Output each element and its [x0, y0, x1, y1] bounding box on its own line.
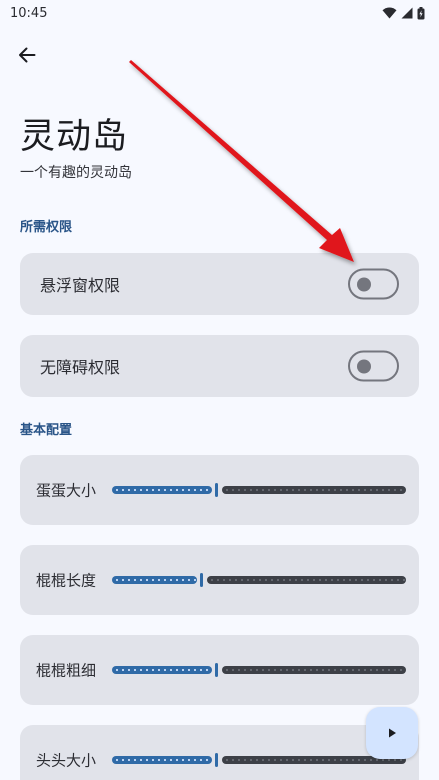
slider-card-stick-thickness: 棍棍粗细: [20, 635, 419, 705]
slider-active-track: [112, 576, 197, 584]
section-header-permissions: 所需权限: [20, 220, 73, 235]
toggle-knob: [357, 277, 371, 291]
slider-active-track: [112, 756, 212, 764]
slider-thumb[interactable]: [215, 663, 218, 677]
permission-card-overlay[interactable]: 悬浮窗权限: [20, 253, 419, 315]
slider-card-stick-length: 棍棍长度: [20, 545, 419, 615]
slider-active-track: [112, 486, 212, 494]
slider-label-egg-size: 蛋蛋大小: [36, 481, 97, 500]
slider-thumb[interactable]: [215, 483, 218, 497]
page-title: 灵动岛: [20, 117, 129, 157]
accessibility-permission-toggle[interactable]: [348, 350, 399, 382]
slider-inactive-track: [222, 486, 406, 494]
status-icons: [382, 6, 425, 20]
play-fab-button[interactable]: [366, 707, 418, 759]
wifi-icon: [382, 7, 397, 19]
signal-icon: [401, 7, 413, 19]
head-size-slider[interactable]: [112, 753, 406, 767]
permission-label-accessibility: 无障碍权限: [40, 358, 121, 377]
status-time: 10:45: [10, 5, 48, 21]
back-button[interactable]: [12, 40, 42, 70]
slider-card-head-size: 头头大小: [20, 725, 419, 780]
toggle-knob: [357, 359, 371, 373]
section-header-basic: 基本配置: [20, 423, 73, 438]
egg-size-slider[interactable]: [112, 483, 406, 497]
slider-thumb[interactable]: [200, 573, 203, 587]
slider-label-stick-length: 棍棍长度: [36, 571, 97, 590]
permission-card-accessibility[interactable]: 无障碍权限: [20, 335, 419, 397]
slider-label-stick-thickness: 棍棍粗细: [36, 661, 97, 680]
slider-inactive-track: [207, 576, 406, 584]
overlay-permission-toggle[interactable]: [348, 268, 399, 300]
slider-active-track: [112, 666, 212, 674]
slider-thumb[interactable]: [215, 753, 218, 767]
page-subtitle: 一个有趣的灵动岛: [20, 165, 132, 181]
battery-icon: [417, 6, 425, 19]
status-bar: 10:45: [0, 0, 439, 26]
play-icon: [389, 728, 396, 738]
slider-card-egg-size: 蛋蛋大小: [20, 455, 419, 525]
permission-label-overlay: 悬浮窗权限: [40, 276, 121, 295]
arrow-left-icon: [19, 47, 36, 63]
slider-inactive-track: [222, 666, 406, 674]
stick-length-slider[interactable]: [112, 573, 406, 587]
slider-label-head-size: 头头大小: [36, 751, 97, 770]
stick-thickness-slider[interactable]: [112, 663, 406, 677]
